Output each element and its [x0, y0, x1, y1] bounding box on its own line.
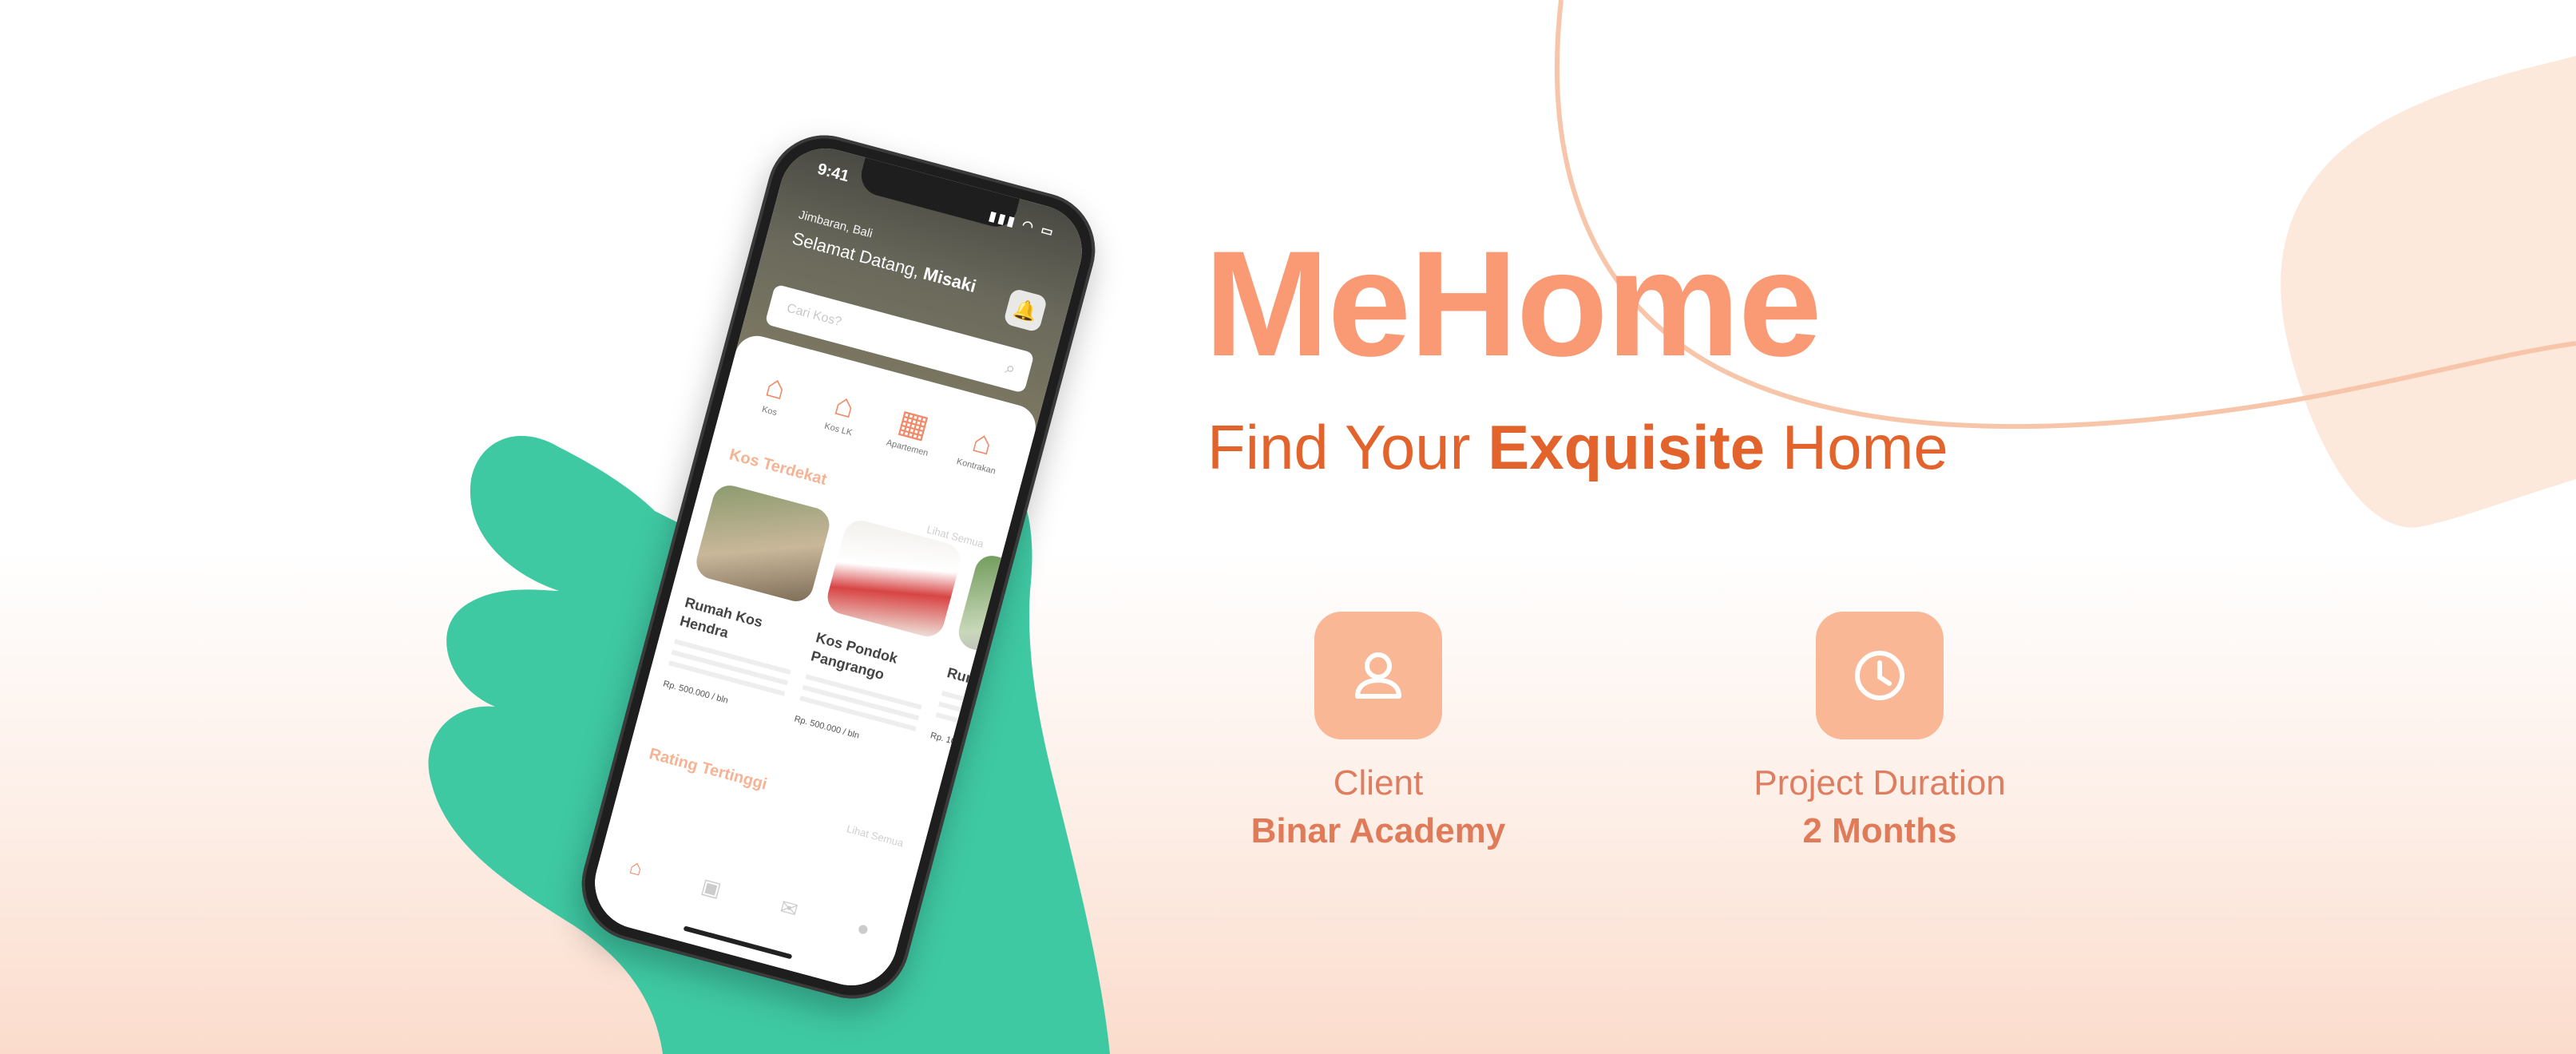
- house-icon: ⌂: [830, 386, 859, 426]
- search-placeholder: Cari Kos?: [785, 301, 843, 330]
- tagline-bold: Exquisite: [1488, 412, 1766, 482]
- bell-icon: 🔔: [1011, 296, 1040, 324]
- home-nav-icon[interactable]: ⌂: [627, 854, 645, 881]
- section-title-nearby: Kos Terdekat: [727, 446, 829, 489]
- tagline: Find Your Exquisite Home: [1207, 407, 1948, 487]
- house-icon: ⌂: [762, 367, 790, 407]
- search-icon: ⌕: [1003, 357, 1018, 379]
- person-icon: [1355, 652, 1401, 699]
- clock-icon: [1855, 651, 1904, 700]
- calendar-nav-icon[interactable]: ▣: [699, 873, 724, 901]
- app-title: MeHome: [1204, 220, 1821, 387]
- duration-info: Project Duration 2 Months: [1712, 612, 2047, 853]
- duration-value: 2 Months: [1802, 811, 1957, 850]
- see-all-rating-link[interactable]: Lihat Semua: [846, 822, 905, 849]
- profile-nav-icon[interactable]: ●: [854, 915, 873, 942]
- tagline-suffix: Home: [1765, 412, 1948, 482]
- client-info: Client Binar Academy: [1211, 612, 1546, 853]
- client-tile: [1314, 612, 1442, 739]
- category-kos[interactable]: ⌂ Kos: [731, 360, 812, 446]
- chat-nav-icon[interactable]: ✉: [778, 894, 801, 923]
- category-kontrakan[interactable]: ⌂ Kontrakan: [938, 415, 1019, 501]
- listing-photo: [692, 481, 834, 605]
- duration-label: Project Duration: [1754, 763, 2006, 802]
- tagline-prefix: Find Your: [1207, 412, 1488, 482]
- duration-tile: [1816, 612, 1944, 739]
- category-kos-lk[interactable]: ⌂ Kos LK: [800, 378, 881, 465]
- client-value: Binar Academy: [1250, 811, 1506, 850]
- category-apartemen[interactable]: ▦ Apartemen: [870, 397, 950, 483]
- client-label: Client: [1333, 763, 1424, 802]
- hand-illustration: [428, 435, 1110, 1054]
